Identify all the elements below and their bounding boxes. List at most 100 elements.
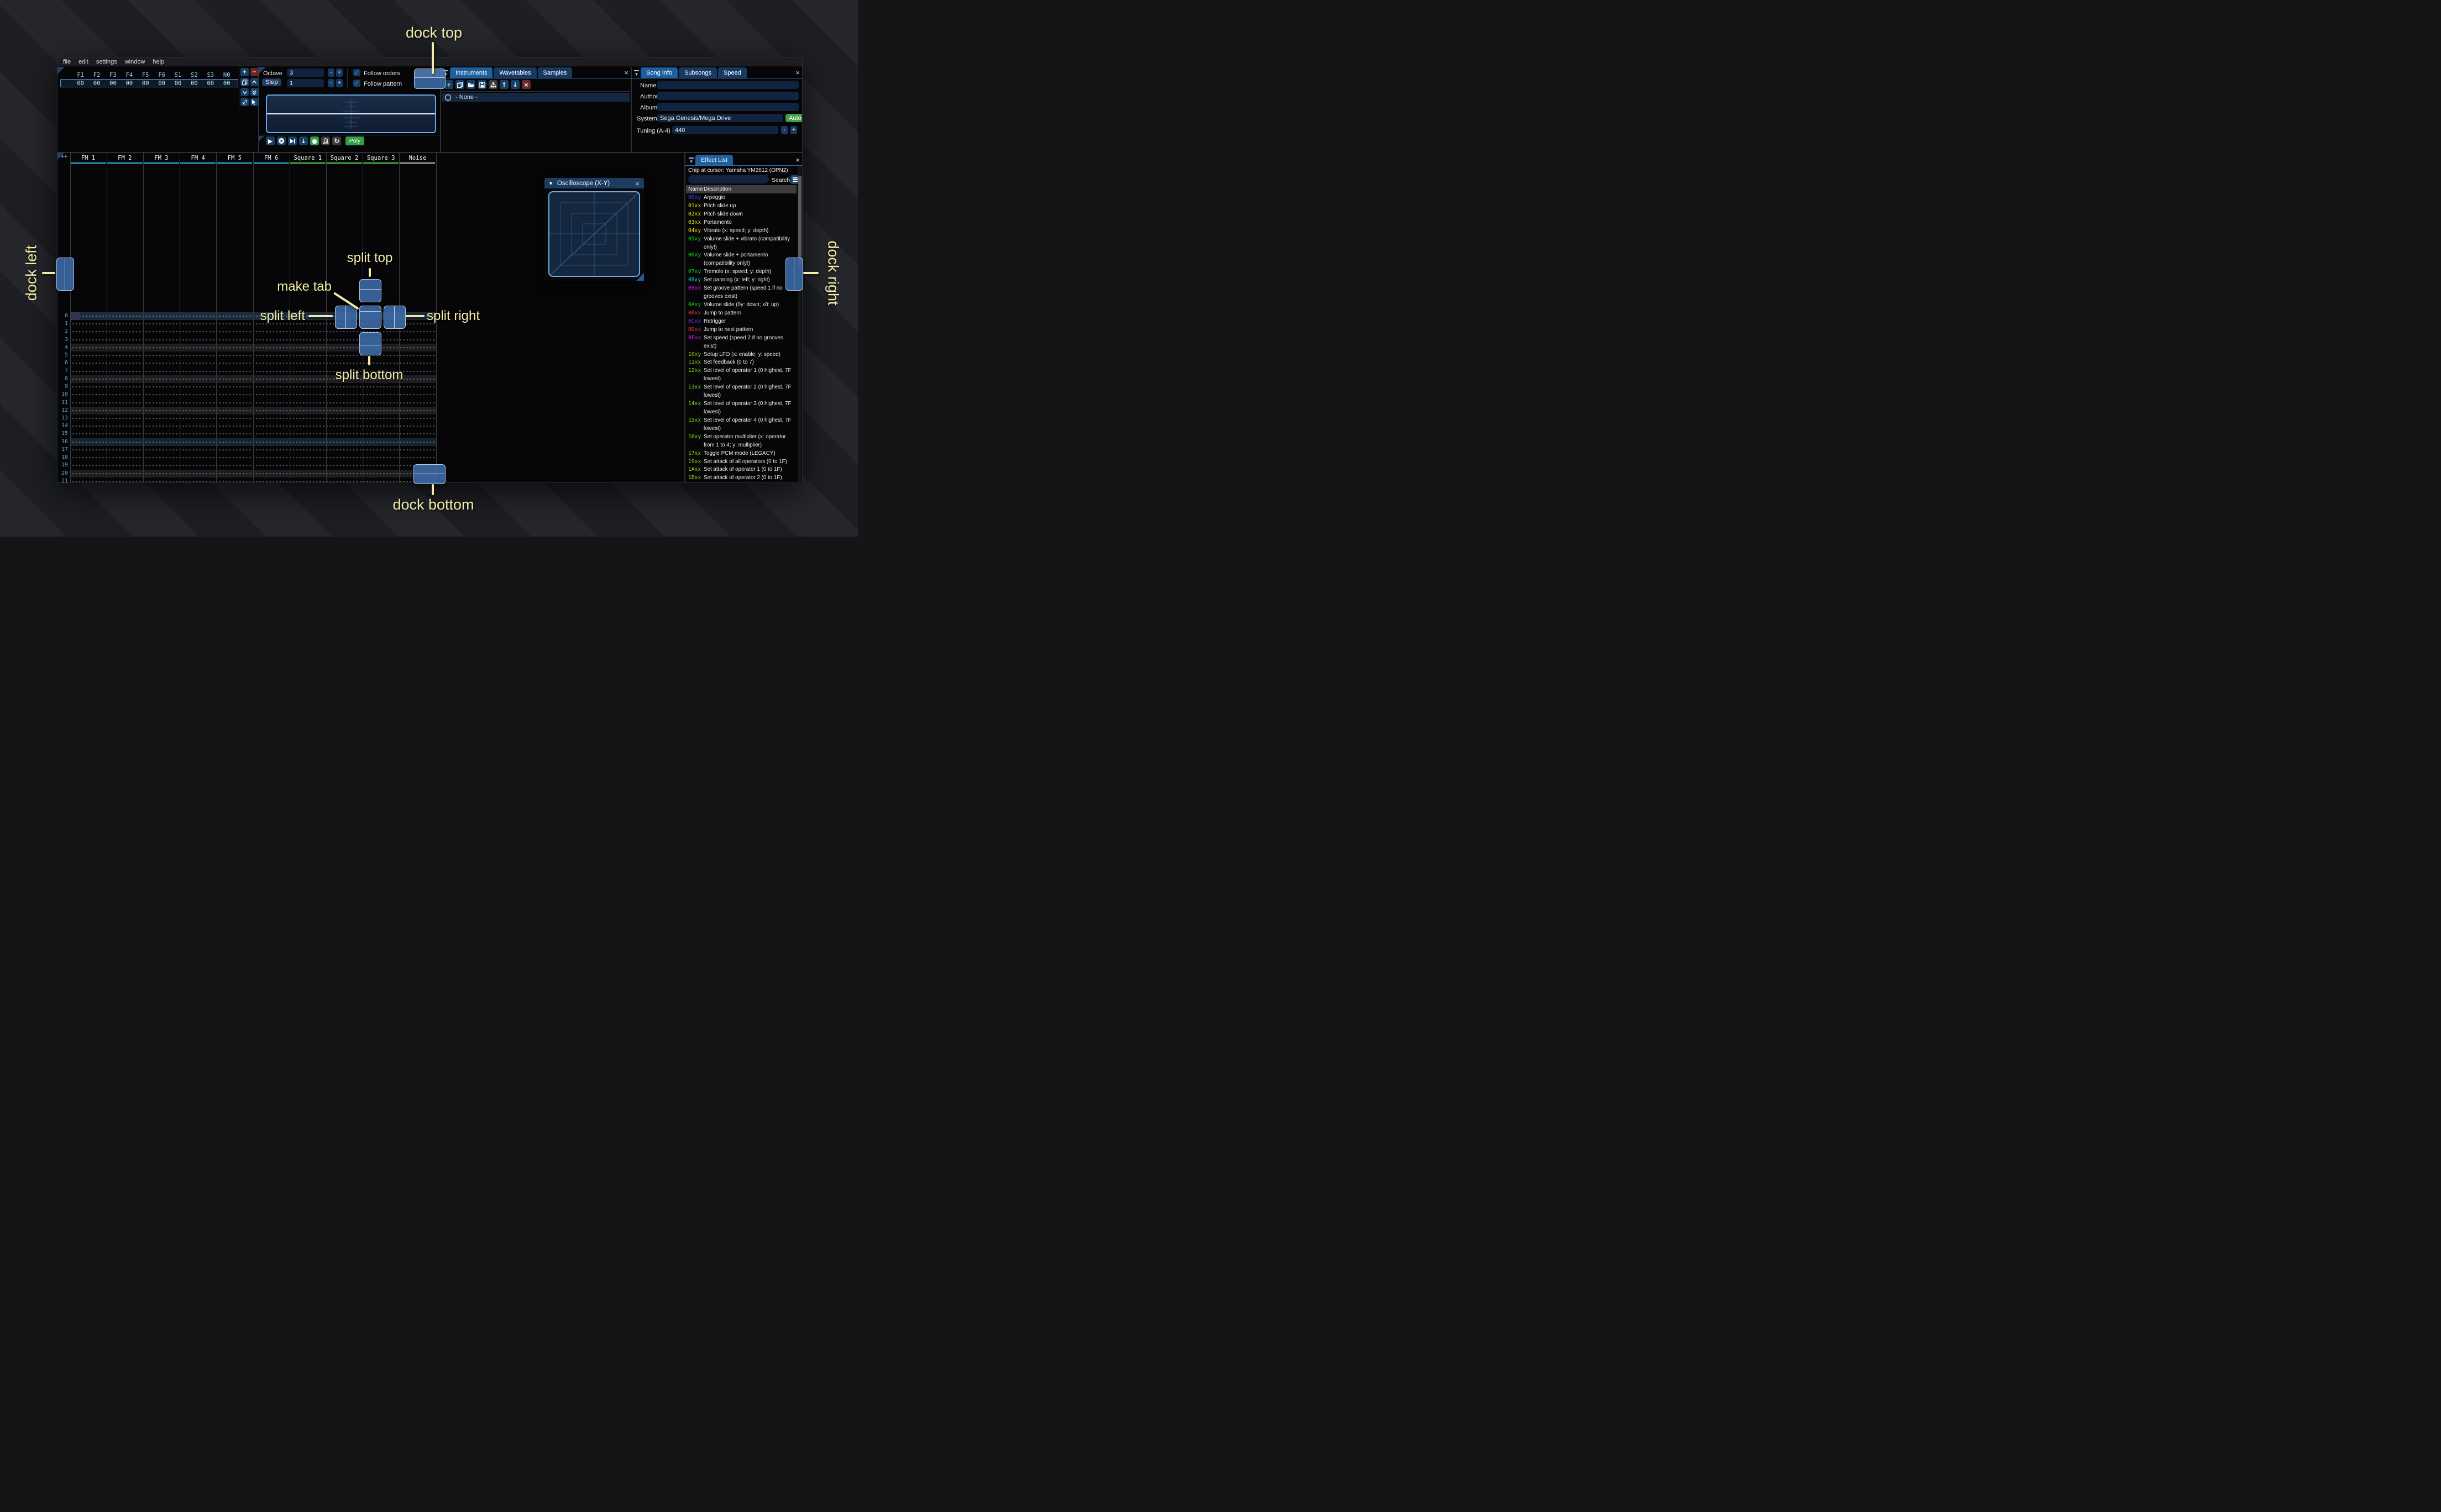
oscilloscope-xy-close-button[interactable]: × — [633, 180, 641, 188]
order-remove-button[interactable]: − — [250, 68, 259, 76]
resize-grip[interactable] — [636, 273, 644, 281]
dock-left-target[interactable] — [56, 258, 74, 291]
effect-search-input[interactable] — [688, 175, 769, 183]
pattern-expand-label[interactable]: ++ — [61, 154, 67, 160]
menu-item-edit[interactable]: edit — [78, 59, 88, 65]
tab-wavetables[interactable]: Wavetables — [494, 67, 537, 78]
channel-header-noise[interactable]: Noise — [399, 154, 436, 162]
menu-item-window[interactable]: window — [125, 59, 145, 65]
instrument-add-button[interactable]: + — [444, 80, 453, 89]
order-value-S3[interactable]: 00 — [202, 80, 218, 87]
collapse-triangle-icon[interactable]: ▼ — [548, 181, 553, 186]
instruments-close-button[interactable]: × — [622, 69, 630, 77]
order-duplicate-button[interactable] — [240, 78, 249, 86]
dock-bottom-target[interactable] — [413, 464, 446, 484]
order-value-F6[interactable]: 00 — [154, 80, 170, 87]
menu-item-file[interactable]: file — [63, 59, 71, 65]
orders-selected-row[interactable]: 00 00 00 00 00 00 00 00 00 00 — [60, 79, 238, 87]
dock-right-target[interactable] — [785, 258, 803, 291]
follow-pattern-checkbox[interactable]: ✓ — [353, 80, 360, 87]
split-bottom-target[interactable] — [359, 332, 381, 355]
panel-divider-horizontal[interactable] — [57, 152, 802, 153]
effect-list-collapse-button[interactable]: ▼ — [688, 156, 694, 166]
channel-header-fm-5[interactable]: FM 5 — [216, 154, 253, 162]
effect-list-scrollbar-thumb[interactable] — [798, 176, 802, 266]
order-value-F3[interactable]: 00 — [105, 80, 121, 87]
instrument-duplicate-button[interactable] — [455, 80, 464, 89]
follow-orders-checkbox[interactable]: ✓ — [353, 69, 360, 76]
order-value-S1[interactable]: 00 — [170, 80, 186, 87]
tab-instruments[interactable]: Instruments — [450, 67, 493, 78]
order-duplicate-to-end-button[interactable] — [250, 88, 259, 96]
instrument-delete-button[interactable]: × — [522, 80, 531, 89]
step-increase-button[interactable]: + — [336, 79, 343, 87]
make-tab-target[interactable] — [359, 306, 381, 329]
tuning-decrease-button[interactable]: - — [781, 126, 788, 134]
instrument-list-item-none[interactable]: - None - — [442, 93, 630, 102]
instrument-save-button[interactable] — [478, 80, 486, 89]
channel-header-square-3[interactable]: Square 3 — [363, 154, 399, 162]
song-info-close-button[interactable]: × — [794, 69, 802, 77]
follow-pattern-label[interactable]: Follow pattern — [364, 81, 402, 87]
repeat-pattern-button[interactable]: ↻ — [332, 136, 341, 145]
order-value-N0[interactable]: 00 — [219, 80, 235, 87]
play-once-button[interactable] — [288, 136, 297, 145]
tab-samples[interactable]: Samples — [537, 67, 573, 78]
channel-header-fm-6[interactable]: FM 6 — [253, 154, 290, 162]
order-value-F5[interactable]: 00 — [138, 80, 154, 87]
song-info-collapse-button[interactable]: ▼ — [633, 69, 640, 78]
menu-item-help[interactable]: help — [153, 59, 164, 65]
system-auto-button[interactable]: Auto — [785, 114, 802, 122]
tab-song-info[interactable]: Song Info — [641, 67, 678, 78]
tab-speed[interactable]: Speed — [718, 67, 747, 78]
menu-item-settings[interactable]: settings — [96, 59, 117, 65]
play-button[interactable]: ▶ — [266, 136, 275, 145]
channel-header-fm-4[interactable]: FM 4 — [180, 154, 216, 162]
channel-header-fm-2[interactable]: FM 2 — [107, 154, 143, 162]
tab-subsongs[interactable]: Subsongs — [679, 67, 717, 78]
order-move-up-button[interactable] — [250, 78, 259, 86]
channel-header-square-2[interactable]: Square 2 — [326, 154, 363, 162]
pattern-effectlist-divider[interactable] — [684, 152, 685, 482]
record-button[interactable]: ● — [310, 136, 319, 145]
octave-increase-button[interactable]: + — [336, 69, 343, 77]
system-input[interactable]: Sega Genesis/Mega Drive — [657, 114, 783, 122]
channel-header-fm-1[interactable]: FM 1 — [70, 154, 107, 162]
step-label[interactable]: Step — [262, 78, 281, 86]
instrument-move-down-button[interactable]: ↓ — [511, 80, 520, 89]
step-input[interactable]: 1 — [287, 79, 324, 87]
order-value-F4[interactable]: 00 — [121, 80, 137, 87]
play-from-cursor-button[interactable] — [277, 136, 286, 145]
oscilloscope-xy-titlebar[interactable]: ▼ Oscilloscope (X-Y) — [544, 178, 644, 188]
effect-list-close-button[interactable]: × — [794, 156, 802, 164]
poly-mono-toggle[interactable]: Poly — [345, 136, 364, 145]
split-left-target[interactable] — [335, 306, 357, 329]
instrument-folder-view-button[interactable] — [489, 80, 497, 89]
order-change-mode-button[interactable] — [250, 98, 259, 106]
order-move-down-button[interactable] — [240, 88, 249, 96]
tuning-input[interactable]: 440 — [672, 126, 778, 134]
tab-effect-list[interactable]: Effect List — [695, 155, 734, 166]
order-value-S2[interactable]: 00 — [186, 80, 202, 87]
octave-input[interactable]: 3 — [287, 69, 324, 77]
channel-header-square-1[interactable]: Square 1 — [290, 154, 326, 162]
dock-top-target[interactable] — [414, 69, 446, 89]
panel-divider[interactable] — [631, 67, 632, 152]
order-value-F1[interactable]: 00 — [72, 80, 88, 87]
instrument-move-up-button[interactable]: ↑ — [500, 80, 509, 89]
pattern-cursor-cell[interactable] — [70, 312, 80, 321]
order-deep-clone-button[interactable] — [240, 98, 249, 106]
octave-decrease-button[interactable]: - — [328, 69, 334, 77]
split-top-target[interactable] — [359, 279, 381, 302]
follow-orders-label[interactable]: Follow orders — [364, 70, 400, 77]
order-value-F2[interactable]: 00 — [88, 80, 104, 87]
metronome-button[interactable] — [321, 136, 330, 145]
split-right-target[interactable] — [384, 306, 406, 329]
channel-header-fm-3[interactable]: FM 3 — [143, 154, 180, 162]
step-decrease-button[interactable]: - — [328, 79, 334, 87]
step-one-row-button[interactable]: ↓ — [299, 136, 308, 145]
album-input[interactable] — [657, 103, 799, 111]
instrument-open-button[interactable] — [467, 80, 475, 89]
name-input[interactable] — [657, 81, 799, 89]
order-add-button[interactable]: + — [240, 68, 249, 76]
